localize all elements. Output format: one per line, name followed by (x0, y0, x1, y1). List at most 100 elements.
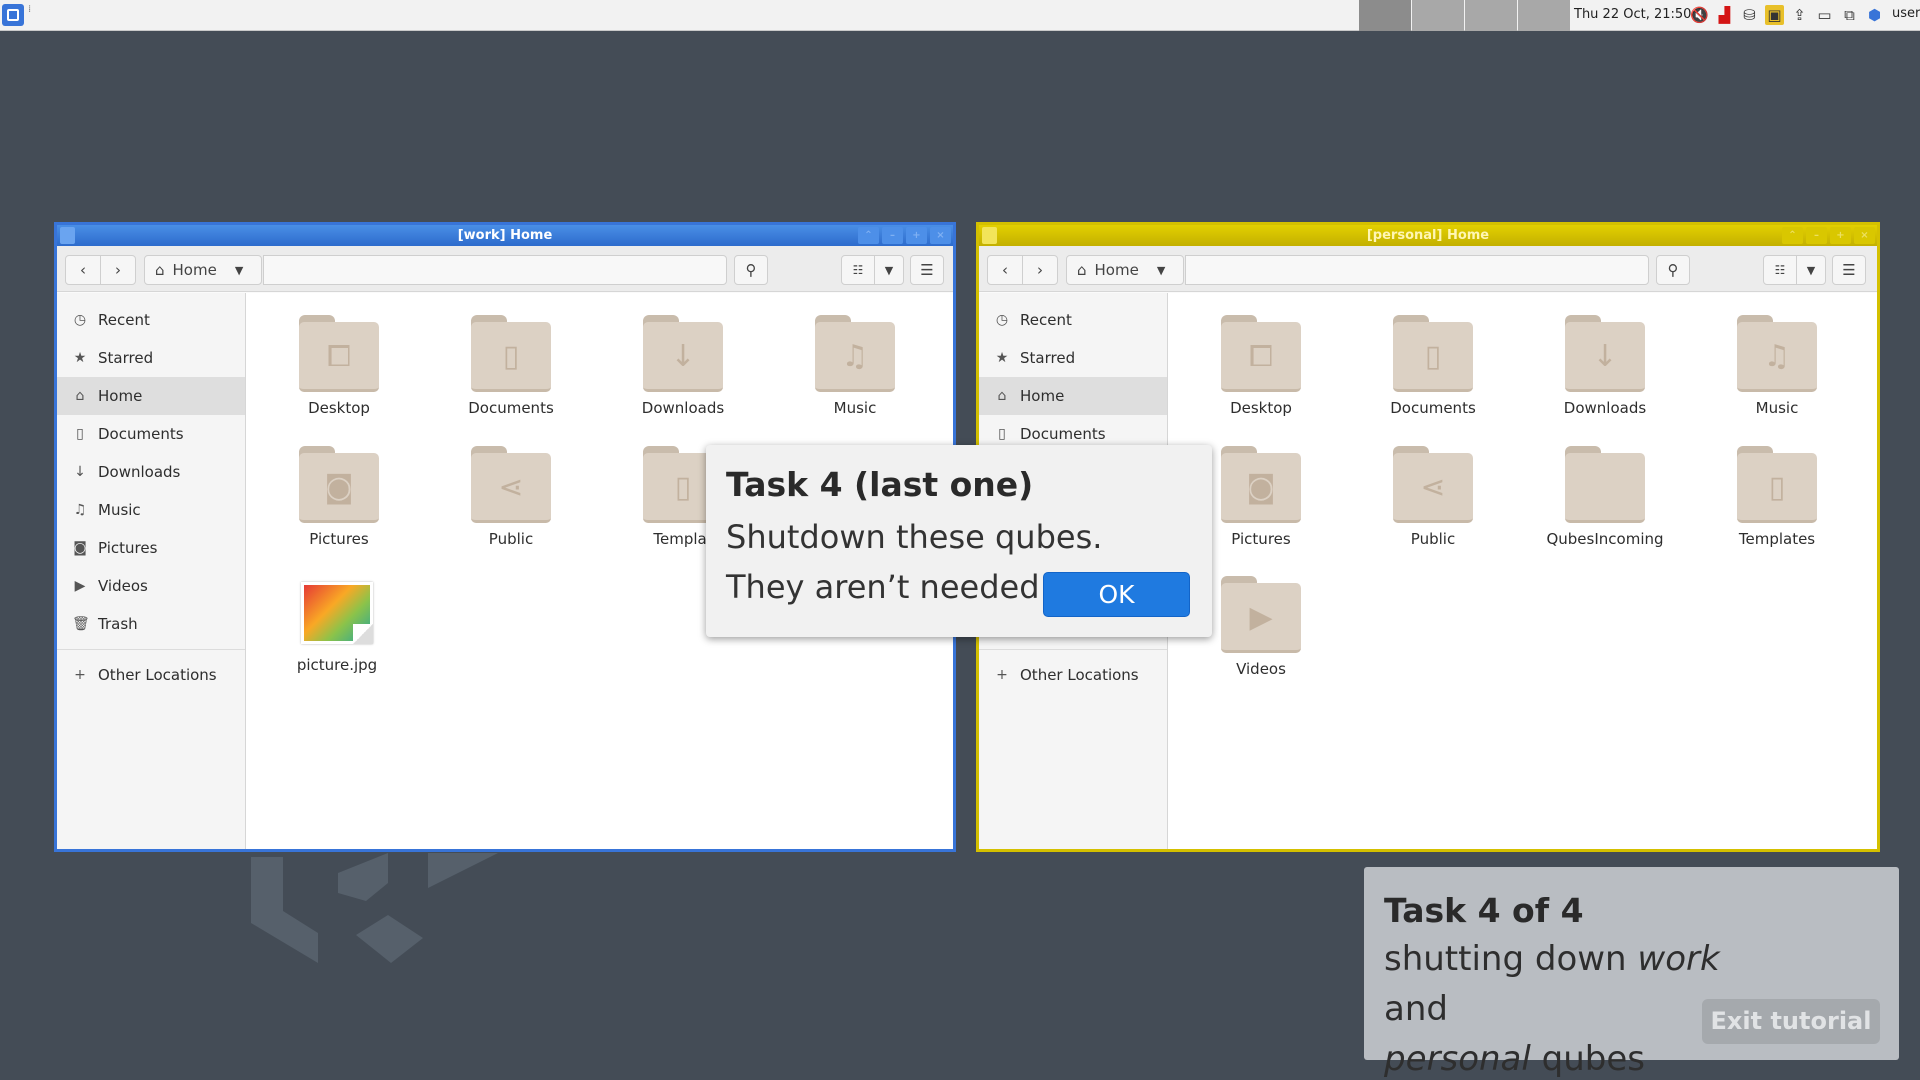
home-icon: ⌂ (155, 261, 165, 279)
qubes-menu-icon[interactable] (2, 4, 24, 26)
view-options-button[interactable]: ▼ (1796, 255, 1826, 285)
clock-icon: ◷ (73, 312, 87, 328)
maximize-button[interactable]: + (906, 227, 927, 244)
window-title: [personal] Home (1366, 228, 1490, 243)
tutorial-card: Task 4 of 4 shutting down work and perso… (1364, 867, 1899, 1079)
sidebar-separator (57, 649, 245, 650)
location-field[interactable] (263, 255, 727, 285)
file-picture-jpg[interactable]: picture.jpg (262, 576, 412, 674)
window-title: [work] Home (457, 228, 553, 243)
qubes-domains-icon[interactable]: ⛁ (1740, 5, 1759, 25)
taskbar-slot[interactable] (1465, 0, 1517, 31)
view-list-button[interactable]: ☷ (841, 255, 875, 285)
sidebar-item-recent[interactable]: ◷ Recent (57, 301, 245, 339)
search-button[interactable]: ⚲ (734, 255, 768, 285)
sidebar-item-videos[interactable]: ▶ Videos (57, 567, 245, 605)
task-title: Task 4 (last one) (726, 465, 1034, 504)
folder-icon: ▯ (471, 313, 551, 393)
taskbar-slot[interactable] (1518, 0, 1570, 31)
window-titlebar[interactable]: [personal] Home ⌃ – + × (979, 225, 1877, 246)
plus-icon: + (996, 667, 1008, 683)
folder-icon (1565, 444, 1645, 524)
taskbar-slot[interactable] (1359, 0, 1411, 31)
folder-qubesincoming[interactable]: QubesIncoming (1530, 444, 1680, 548)
user-label[interactable]: user (1892, 6, 1920, 21)
folder-music[interactable]: ♫ Music (780, 313, 930, 417)
folder-desktop[interactable]: ⧠ Desktop (1186, 313, 1336, 417)
folder-documents[interactable]: ▯ Documents (436, 313, 586, 417)
folder-downloads[interactable]: ↓ Downloads (608, 313, 758, 417)
devices-icon[interactable]: ▣ (1765, 5, 1784, 25)
sidebar-item-other-locations[interactable]: + Other Locations (57, 656, 245, 694)
folder-icon: ♫ (1737, 313, 1817, 393)
clock[interactable]: Thu 22 Oct, 21:50 (1574, 7, 1691, 22)
sidebar-item-music[interactable]: ♫ Music (57, 491, 245, 529)
sidebar-item-starred[interactable]: ★ Starred (57, 339, 245, 377)
folder-desktop[interactable]: ⧠ Desktop (264, 313, 414, 417)
volume-mute-icon[interactable]: 🔇 (1690, 5, 1709, 25)
back-button[interactable]: ‹ (65, 255, 101, 285)
view-options-button[interactable]: ▼ (874, 255, 904, 285)
sidebar-item-home[interactable]: ⌂ Home (979, 377, 1167, 415)
sidebar-item-pictures[interactable]: ◙ Pictures (57, 529, 245, 567)
ok-button[interactable]: OK (1043, 572, 1190, 617)
home-icon: ⌂ (997, 388, 1007, 404)
sidebar-item-trash[interactable]: 🗑 Trash (57, 605, 245, 643)
location-field[interactable] (1185, 255, 1649, 285)
window-menu-icon[interactable] (982, 227, 997, 244)
folder-icon: ⧠ (299, 313, 379, 393)
panel-handle: ⁞ (28, 4, 32, 15)
clipboard-icon[interactable]: ▭ (1815, 5, 1834, 25)
folder-icon: ⋖ (471, 444, 551, 524)
taskbar-slot[interactable] (1412, 0, 1464, 31)
screens-icon[interactable]: ⧉ (1840, 5, 1859, 25)
window-menu-icon[interactable] (60, 227, 75, 244)
home-icon: ⌂ (75, 388, 85, 404)
close-button[interactable]: × (1854, 227, 1875, 244)
top-panel: ⁞ Thu 22 Oct, 21:50 🔇 ▟ ⛁ ▣ ⇪ ▭ ⧉ ⬢ user (0, 0, 1920, 31)
sidebar-item-recent[interactable]: ◷ Recent (979, 301, 1167, 339)
folder-icon: ▯ (1393, 313, 1473, 393)
home-icon: ⌂ (1077, 261, 1087, 279)
folder-templates[interactable]: ▯ Templates (1702, 444, 1852, 548)
window-titlebar[interactable]: [work] Home ⌃ – + × (57, 225, 953, 246)
star-icon: ★ (73, 350, 87, 366)
folder-pictures[interactable]: ◙ Pictures (264, 444, 414, 548)
sidebar-item-home[interactable]: ⌂ Home (57, 377, 245, 415)
minimize-button[interactable]: – (1806, 227, 1827, 244)
sidebar-item-documents[interactable]: ▯ Documents (57, 415, 245, 453)
folder-icon: ♫ (815, 313, 895, 393)
view-list-button[interactable]: ☷ (1763, 255, 1797, 285)
exit-tutorial-button[interactable]: Exit tutorial (1702, 999, 1880, 1044)
close-button[interactable]: × (930, 227, 951, 244)
maximize-button[interactable]: + (1830, 227, 1851, 244)
folder-downloads[interactable]: ↓ Downloads (1530, 313, 1680, 417)
qube-manager-icon[interactable]: ⬢ (1865, 5, 1884, 25)
sidebar-item-downloads[interactable]: ↓ Downloads (57, 453, 245, 491)
folder-documents[interactable]: ▯ Documents (1358, 313, 1508, 417)
location-button[interactable]: ⌂ Home ▼ (1066, 255, 1184, 285)
folder-public[interactable]: ⋖ Public (1358, 444, 1508, 548)
folder-public[interactable]: ⋖ Public (436, 444, 586, 548)
shade-button[interactable]: ⌃ (1782, 227, 1803, 244)
sidebar-item-other-locations[interactable]: + Other Locations (979, 656, 1167, 694)
hamburger-menu-button[interactable]: ☰ (910, 255, 944, 285)
folder-icon: ◙ (1221, 444, 1301, 524)
shade-button[interactable]: ⌃ (858, 227, 879, 244)
sidebar-item-starred[interactable]: ★ Starred (979, 339, 1167, 377)
network-icon[interactable]: ▟ (1715, 5, 1734, 25)
forward-button[interactable]: › (100, 255, 136, 285)
image-thumbnail (301, 582, 373, 644)
file-grid: ⧠ Desktop ▯ Documents ↓ Downloads ♫ Musi… (1168, 293, 1877, 849)
folder-music[interactable]: ♫ Music (1702, 313, 1852, 417)
back-button[interactable]: ‹ (987, 255, 1023, 285)
location-button[interactable]: ⌂ Home ▼ (144, 255, 262, 285)
toolbar: ‹ › ⌂ Home ▼ ⚲ ☷ ▼ ☰ (979, 246, 1877, 292)
minimize-button[interactable]: – (882, 227, 903, 244)
trash-icon: 🗑 (72, 616, 90, 632)
hamburger-menu-button[interactable]: ☰ (1832, 255, 1866, 285)
forward-button[interactable]: › (1022, 255, 1058, 285)
search-button[interactable]: ⚲ (1656, 255, 1690, 285)
plus-icon: + (74, 667, 86, 683)
updates-icon[interactable]: ⇪ (1790, 5, 1809, 25)
